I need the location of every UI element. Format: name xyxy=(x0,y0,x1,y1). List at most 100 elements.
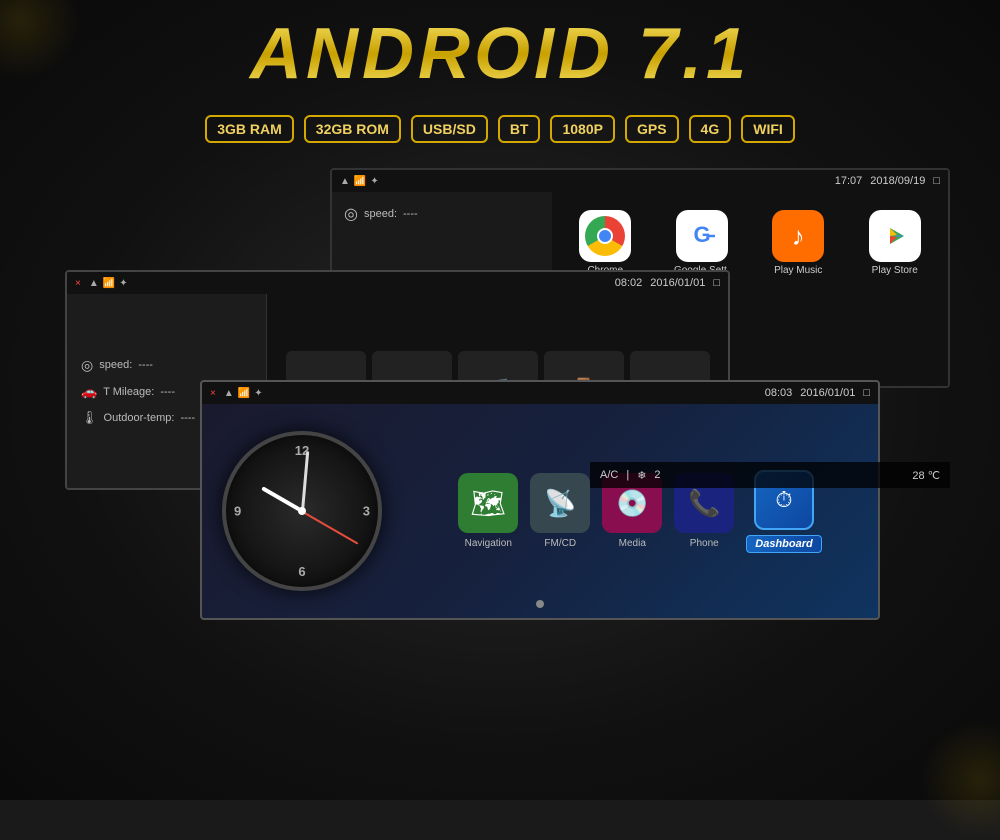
screen3-left-icons: × ▲ 📶 ✦ xyxy=(210,388,263,399)
screen3-statusbar: × ▲ 📶 ✦ 08:03 2016/01/01 □ xyxy=(202,382,878,404)
second-hand xyxy=(302,510,359,544)
dashboard-glyph: ⏱ xyxy=(775,487,792,513)
spec-badge-rom: 32GB ROM xyxy=(304,115,401,143)
screen2-speed-value: ---- xyxy=(138,359,153,371)
clock-num-6: 6 xyxy=(298,564,305,579)
play-store-svg xyxy=(877,218,913,254)
play-music-label: Play Music xyxy=(774,265,822,276)
screen2-mileage-label: T Mileage: xyxy=(103,386,154,398)
screen2-left-icons: × ▲ 📶 ✦ xyxy=(75,278,128,289)
minute-hand xyxy=(301,451,309,511)
wifi-icon2: ▲ xyxy=(89,278,99,289)
title-section: ANDROID 7.1 xyxy=(0,18,1000,90)
chrome-inner xyxy=(597,228,613,244)
play-store-icon xyxy=(869,210,921,262)
screen3-content: 12 3 6 9 🗺 Navigation 📡 xyxy=(202,404,878,618)
fmcd-label: FM/CD xyxy=(544,538,576,549)
clock-area: 12 3 6 9 xyxy=(202,404,402,618)
screen2-statusbar: × ▲ 📶 ✦ 08:02 2016/01/01 □ xyxy=(67,272,728,294)
screen2-time: 08:02 xyxy=(615,277,643,289)
navigation-label: Navigation xyxy=(465,538,512,549)
speed-value: ---- xyxy=(403,208,418,220)
speed-label: speed: xyxy=(364,208,397,220)
music-note-icon: ♪ xyxy=(792,221,805,252)
spec-badge-ram: 3GB RAM xyxy=(205,115,294,143)
screen2-date: 2016/01/01 xyxy=(650,277,705,289)
bt-icon3: ✦ xyxy=(254,388,262,399)
play-music-app[interactable]: ♪ Play Music xyxy=(772,210,824,276)
fmcd-icon: 📡 xyxy=(530,473,590,533)
screen2-temp-label: Outdoor-temp: xyxy=(104,412,175,424)
clock-center xyxy=(298,507,306,515)
screen3: × ▲ 📶 ✦ 08:03 2016/01/01 □ 12 3 6 9 xyxy=(200,380,880,620)
wifi-icon3: ▲ xyxy=(224,388,234,399)
ac-bar: A/C | ❄ 2 28 ℃ xyxy=(590,462,950,488)
specs-row: 3GB RAM 32GB ROM USB/SD BT 1080P GPS 4G … xyxy=(0,115,1000,143)
speed-circle-icon: ◎ xyxy=(344,204,358,224)
google-settings-app[interactable]: G Google Sett. xyxy=(674,210,730,276)
screen2-mileage-value: ---- xyxy=(160,386,175,398)
screen1-battery: □ xyxy=(933,175,940,187)
screen2-speed-row: ◎ speed: ---- xyxy=(81,357,252,374)
ac-temp: 28 ℃ xyxy=(912,469,940,482)
svg-text:G: G xyxy=(693,222,710,247)
spec-badge-4g: 4G xyxy=(689,115,732,143)
screen2-right-info: 08:02 2016/01/01 □ xyxy=(615,277,720,289)
spec-badge-1080p: 1080P xyxy=(550,115,614,143)
play-store-label: Play Store xyxy=(872,265,918,276)
ac-temp-unit: ℃ xyxy=(928,470,940,482)
nav-glyph: 🗺 xyxy=(470,487,506,520)
ac-separator: | xyxy=(626,469,629,481)
signal-icon2: 📶 xyxy=(103,278,115,289)
screen3-time: 08:03 xyxy=(765,387,793,399)
page-title: ANDROID 7.1 xyxy=(0,18,1000,90)
wifi-icon: ▲ xyxy=(340,176,350,187)
play-music-icon: ♪ xyxy=(772,210,824,262)
bt-icon: ✦ xyxy=(370,176,378,187)
screen3-battery: □ xyxy=(863,387,870,399)
google-settings-icon: G xyxy=(676,210,728,262)
phone-label: Phone xyxy=(690,538,719,549)
screen1-left-icons: ▲ 📶 ✦ xyxy=(340,176,379,187)
play-store-app[interactable]: Play Store xyxy=(869,210,921,276)
google-g-svg: G xyxy=(684,218,720,254)
ac-temp-value: 28 xyxy=(912,470,924,482)
spec-badge-gps: GPS xyxy=(625,115,679,143)
chrome-app[interactable]: Chrome xyxy=(579,210,631,276)
chrome-icon xyxy=(579,210,631,262)
screen2-battery: □ xyxy=(713,277,720,289)
clock-num-3: 3 xyxy=(363,504,370,519)
spec-badge-bt: BT xyxy=(498,115,541,143)
clock-num-9: 9 xyxy=(234,504,241,519)
close-icon3[interactable]: × xyxy=(210,388,216,399)
dashboard-label: Dashboard xyxy=(746,535,821,553)
screen1-statusbar: ▲ 📶 ✦ 17:07 2018/09/19 □ xyxy=(332,170,948,192)
media-glyph: 💿 xyxy=(616,488,648,519)
fmcd-app[interactable]: 📡 FM/CD xyxy=(530,473,590,549)
spec-badge-usb: USB/SD xyxy=(411,115,488,143)
bt-icon2: ✦ xyxy=(119,278,127,289)
temp-icon: 🌡 xyxy=(81,410,98,426)
chrome-ring xyxy=(585,216,625,256)
speed-icon2: ◎ xyxy=(81,357,93,374)
signal-icon: 📶 xyxy=(354,176,366,187)
screen3-apps: 🗺 Navigation 📡 FM/CD 💿 Media xyxy=(402,404,878,618)
dot-indicator xyxy=(536,600,544,608)
fmcd-glyph: 📡 xyxy=(544,488,576,519)
media-label: Media xyxy=(619,538,646,549)
navigation-app[interactable]: 🗺 Navigation xyxy=(458,473,518,549)
speed-row: ◎ speed: ---- xyxy=(344,204,540,224)
hour-hand xyxy=(261,486,303,512)
close-icon[interactable]: × xyxy=(75,278,81,289)
screen1-time: 17:07 xyxy=(835,175,863,187)
screen3-right-info: 08:03 2016/01/01 □ xyxy=(765,387,870,399)
screen3-date: 2016/01/01 xyxy=(800,387,855,399)
screen1-date: 2018/09/19 xyxy=(870,175,925,187)
spec-badge-wifi: WIFI xyxy=(741,115,795,143)
car-icon: 🚗 xyxy=(81,384,97,400)
ac-fan-count: 2 xyxy=(654,469,660,481)
signal-icon3: 📶 xyxy=(238,388,250,399)
fan-icon: ❄ xyxy=(637,469,646,482)
navigation-icon: 🗺 xyxy=(458,473,518,533)
screen2-temp-value: ---- xyxy=(180,412,195,424)
